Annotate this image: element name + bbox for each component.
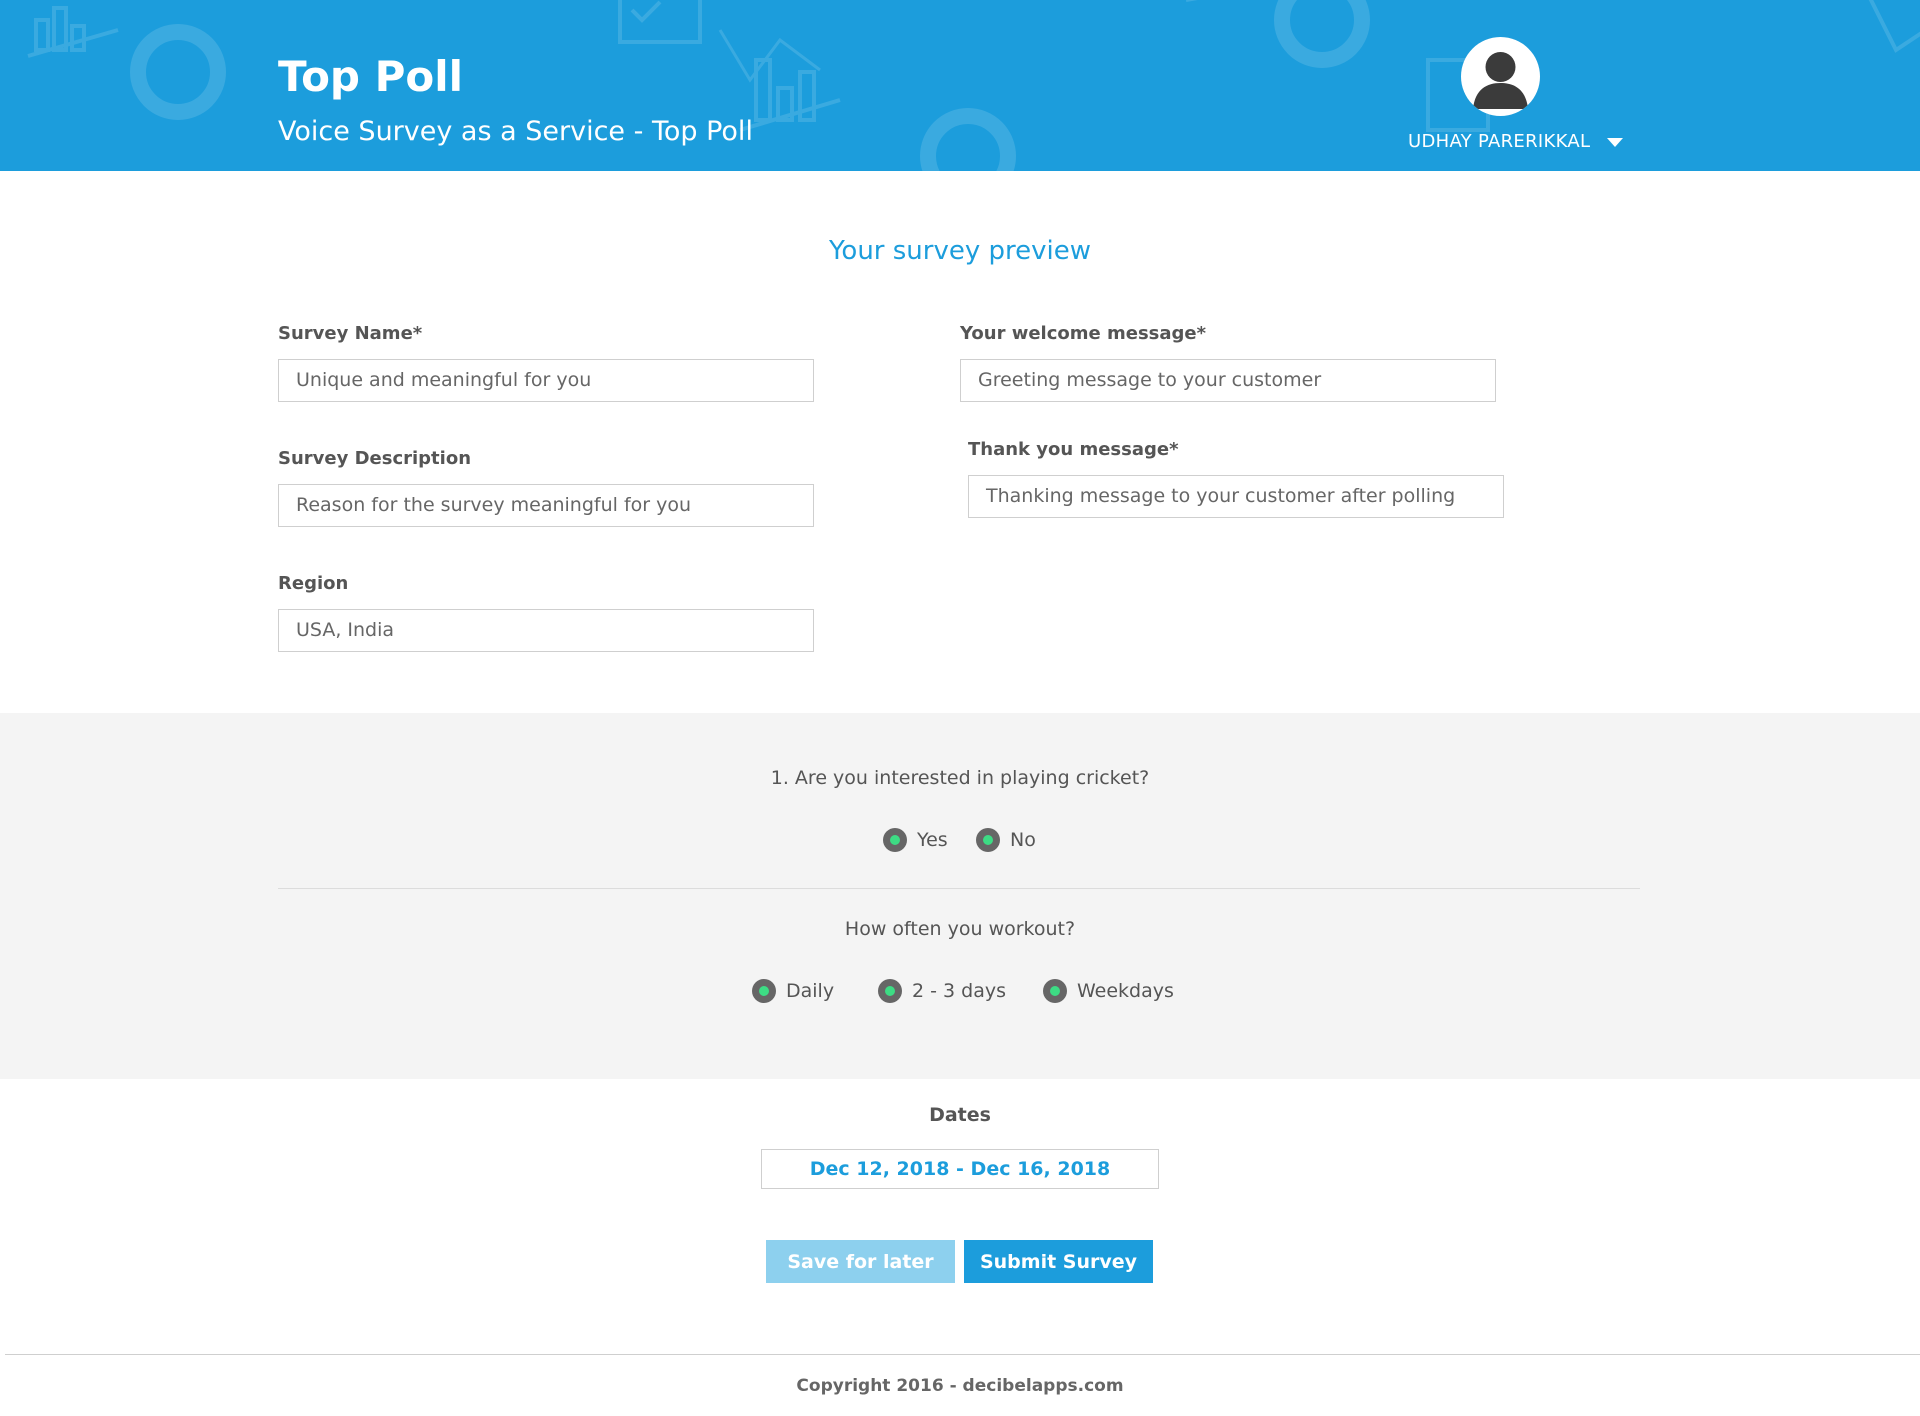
- survey-description-field[interactable]: Reason for the survey meaningful for you: [278, 484, 814, 527]
- option-label: 2 - 3 days: [912, 980, 1006, 1002]
- radio-option-weekdays[interactable]: Weekdays: [1043, 979, 1174, 1003]
- survey-name-field[interactable]: Unique and meaningful for you: [278, 359, 814, 402]
- submit-survey-button[interactable]: Submit Survey: [964, 1240, 1153, 1283]
- welcome-message-label: Your welcome message*: [960, 323, 1207, 344]
- thank-you-message-label: Thank you message*: [968, 439, 1179, 460]
- radio-button[interactable]: [878, 979, 902, 1003]
- region-label: Region: [278, 573, 349, 594]
- radio-option-no[interactable]: No: [976, 828, 1036, 852]
- save-for-later-button[interactable]: Save for later: [766, 1240, 955, 1283]
- footer-divider: [5, 1354, 1920, 1355]
- question-text: 1. Are you interested in playing cricket…: [770, 767, 1150, 789]
- footer-copyright: Copyright 2016 - decibelapps.com: [796, 1376, 1124, 1396]
- radio-option-2-3-days[interactable]: 2 - 3 days: [878, 979, 1006, 1003]
- user-name[interactable]: UDHAY PARERIKKAL: [1408, 131, 1590, 152]
- radio-button[interactable]: [883, 828, 907, 852]
- option-label: No: [1010, 829, 1036, 851]
- radio-button[interactable]: [752, 979, 776, 1003]
- app-title: Top Poll: [278, 52, 464, 101]
- app-header: Top Poll Voice Survey as a Service - Top…: [0, 0, 1920, 171]
- preview-heading: Your survey preview: [828, 236, 1091, 266]
- radio-option-yes[interactable]: Yes: [883, 828, 948, 852]
- thank-you-message-field[interactable]: Thanking message to your customer after …: [968, 475, 1504, 518]
- option-label: Daily: [786, 980, 835, 1002]
- dates-label: Dates: [929, 1104, 991, 1126]
- radio-button[interactable]: [1043, 979, 1067, 1003]
- option-label: Yes: [917, 829, 948, 851]
- question-divider: [278, 888, 1640, 889]
- radio-option-daily[interactable]: Daily: [752, 979, 834, 1003]
- question-text: How often you workout?: [844, 918, 1076, 940]
- user-avatar-icon[interactable]: [1461, 37, 1540, 116]
- radio-button[interactable]: [976, 828, 1000, 852]
- option-label: Weekdays: [1077, 980, 1174, 1002]
- survey-description-label: Survey Description: [278, 448, 472, 469]
- caret-down-icon[interactable]: [1607, 138, 1623, 147]
- welcome-message-field[interactable]: Greeting message to your customer: [960, 359, 1496, 402]
- date-range-field[interactable]: Dec 12, 2018 - Dec 16, 2018: [761, 1149, 1159, 1189]
- survey-name-label: Survey Name*: [278, 323, 423, 344]
- region-field[interactable]: USA, India: [278, 609, 814, 652]
- app-subtitle: Voice Survey as a Service - Top Poll: [278, 116, 753, 147]
